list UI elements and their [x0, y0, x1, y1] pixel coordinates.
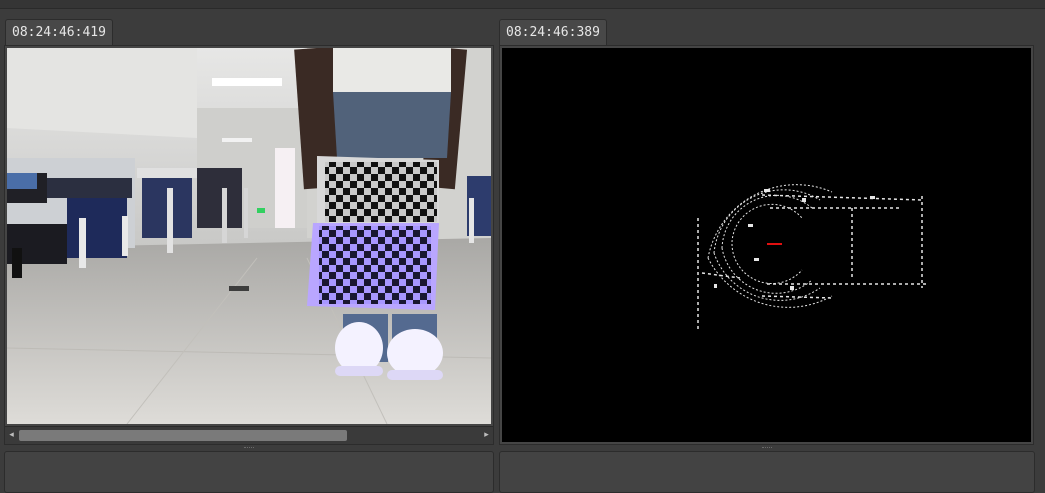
lidar-pointcloud [697, 184, 926, 330]
lidar-pointcloud-view [502, 48, 1031, 442]
camera-hscrollbar[interactable]: ◂ ▸ [5, 426, 493, 444]
scroll-right-arrow-icon[interactable]: ▸ [480, 427, 493, 444]
right-timestamp-tab[interactable]: 08:24:46:389 [499, 19, 607, 45]
scroll-left-arrow-icon[interactable]: ◂ [5, 427, 18, 444]
lidar-panel [499, 45, 1034, 445]
camera-panel: ◂ ▸ [4, 45, 494, 445]
camera-image [7, 48, 491, 424]
bottom-left-panel [4, 451, 494, 493]
camera-image-view [7, 48, 491, 424]
left-timestamp-label: 08:24:46:419 [12, 25, 106, 40]
right-timestamp-label: 08:24:46:389 [506, 25, 600, 40]
bottom-right-panel [499, 451, 1035, 493]
scroll-thumb[interactable] [19, 430, 347, 441]
left-timestamp-tab[interactable]: 08:24:46:419 [5, 19, 113, 45]
top-strip [0, 0, 1045, 9]
